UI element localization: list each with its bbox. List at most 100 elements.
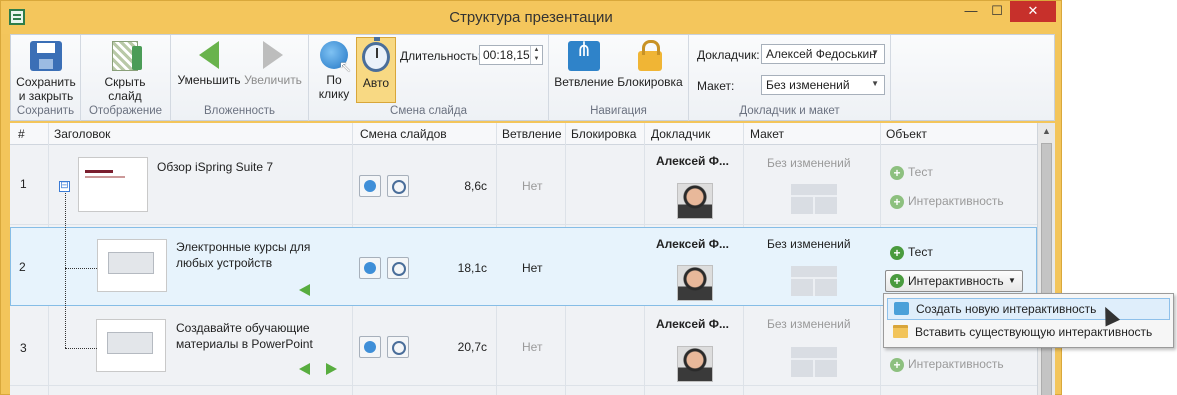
slide-duration: 8,6c [464, 179, 487, 193]
layout-icon [791, 184, 837, 214]
auto-button[interactable]: Авто [356, 37, 396, 103]
add-test-link[interactable]: Тест [908, 165, 933, 179]
arrow-left-icon [199, 41, 219, 69]
interactivity-dropdown-button[interactable]: + Интерактивность ▼ [885, 270, 1023, 292]
slide-title[interactable]: Электронные курсы для любых устройств [176, 239, 336, 271]
window-title: Структура презентации [449, 9, 613, 26]
mouse-click-icon [320, 41, 352, 75]
layout-icon [791, 347, 837, 377]
col-header-title[interactable]: Заголовок [54, 127, 110, 141]
col-header-number[interactable]: # [18, 127, 25, 141]
branching-button[interactable]: Ветвление [553, 37, 615, 89]
table-row[interactable]: 1 ⊟ Обзор iSpring Suite 7 8,6c Нет Алекс… [10, 146, 1037, 225]
presenter-select[interactable]: Алексей Федоськин ▼ [761, 44, 885, 64]
tree-line [65, 193, 66, 348]
thumbnail-subtitle-bar [85, 176, 125, 178]
collapse-icon[interactable]: ⊟ [59, 181, 70, 192]
presenter-name[interactable]: Алексей Ф... [656, 317, 729, 331]
menu-item-insert-interactivity[interactable]: Вставить существующую интерактивность [887, 322, 1170, 344]
scroll-up-icon[interactable]: ▲ [1038, 126, 1055, 136]
duration-spinbox[interactable]: 00:18,15 ▲ ▼ [479, 45, 543, 65]
branching-label: Ветвление [554, 75, 614, 89]
layout-value[interactable]: Без изменений [767, 237, 851, 251]
increase-nesting-label: Увеличить [244, 73, 302, 87]
slide-thumbnail [96, 319, 166, 372]
plus-icon: + [890, 246, 904, 260]
layout-icon [791, 266, 837, 296]
thumbnail-title-bar [85, 170, 113, 173]
layout-select[interactable]: Без изменений ▼ [761, 75, 885, 95]
thumbnail-devices [108, 252, 154, 274]
auto-label: Авто [362, 76, 390, 90]
branching-value[interactable]: Нет [522, 179, 542, 193]
layout-value: Без изменений [766, 78, 850, 92]
branching-value[interactable]: Нет [522, 340, 542, 354]
title-bar: Структура презентации — ☐ ✕ [1, 1, 1061, 34]
slide-duration: 20,7c [457, 340, 487, 354]
lock-icon [638, 40, 662, 71]
slide-duration: 18,1c [457, 261, 487, 275]
interactivity-menu: Создать новую интерактивность Вставить с… [883, 293, 1174, 348]
thumbnail-devices [107, 332, 153, 354]
col-header-object[interactable]: Объект [886, 127, 927, 141]
menu-item-create-interactivity[interactable]: Создать новую интерактивность [887, 298, 1170, 320]
col-header-layout[interactable]: Макет [750, 127, 784, 141]
add-interactivity-link[interactable]: Интерактивность [908, 357, 1004, 371]
increase-nesting-button[interactable]: Увеличить [241, 37, 305, 87]
slide-title[interactable]: Создавайте обучающие материалы в PowerPo… [176, 320, 336, 352]
hide-slide-button[interactable]: Скрыть слайд [99, 37, 151, 103]
close-button[interactable]: ✕ [1010, 1, 1056, 22]
duration-label: Длительность: [400, 49, 482, 63]
slides-table: # Заголовок Смена слайдов Ветвление Блок… [10, 123, 1055, 395]
group-caption-presenter-layout: Докладчик и макет [739, 105, 840, 117]
group-caption-nesting: Вложенность [204, 105, 275, 117]
tree-line [65, 348, 97, 349]
presenter-photo [677, 346, 713, 382]
plus-icon: + [890, 274, 904, 288]
group-navigation: Ветвление Блокировка Навигация [549, 35, 689, 121]
increase-nesting-icon[interactable] [326, 363, 337, 375]
tree-line [65, 268, 97, 269]
slide-thumbnail [78, 157, 148, 212]
col-header-lock[interactable]: Блокировка [571, 127, 636, 141]
vertical-scrollbar[interactable]: ▲ [1037, 123, 1055, 395]
layout-value[interactable]: Без изменений [767, 317, 851, 331]
spin-arrows[interactable]: ▲ ▼ [530, 46, 542, 64]
on-click-button[interactable]: По клику [313, 37, 355, 101]
col-header-slide-change[interactable]: Смена слайдов [360, 127, 447, 141]
ribbon: Сохранить и закрыть Сохранить Скрыть сла… [10, 34, 1055, 121]
lock-button[interactable]: Блокировка [617, 37, 683, 89]
auto-toggle[interactable] [387, 175, 409, 197]
minimize-button[interactable]: — [958, 1, 984, 22]
scroll-thumb[interactable] [1041, 143, 1052, 395]
on-click-toggle[interactable] [359, 257, 381, 279]
auto-toggle[interactable] [387, 257, 409, 279]
add-test-link[interactable]: Тест [908, 245, 933, 259]
maximize-button[interactable]: ☐ [984, 1, 1010, 22]
group-caption-display: Отображение [88, 105, 163, 117]
auto-toggle[interactable] [387, 336, 409, 358]
group-save: Сохранить и закрыть Сохранить [11, 35, 81, 121]
decrease-nesting-icon[interactable] [299, 363, 310, 375]
decrease-nesting-icon[interactable] [299, 284, 310, 296]
col-header-branching[interactable]: Ветвление [502, 127, 562, 141]
chevron-down-icon: ▼ [871, 48, 879, 57]
plus-icon: + [890, 166, 904, 180]
layout-value[interactable]: Без изменений [767, 156, 851, 170]
slide-title[interactable]: Обзор iSpring Suite 7 [157, 159, 317, 175]
menu-item-label: Вставить существующую интерактивность [915, 325, 1153, 339]
col-header-presenter[interactable]: Докладчик [651, 127, 710, 141]
save-and-close-button[interactable]: Сохранить и закрыть [15, 37, 77, 103]
presenter-name[interactable]: Алексей Ф... [656, 154, 729, 168]
add-interactivity-link[interactable]: Интерактивность [908, 194, 1004, 208]
branching-value[interactable]: Нет [522, 261, 542, 275]
row-number: 3 [20, 341, 27, 355]
on-click-toggle[interactable] [359, 336, 381, 358]
row-number: 1 [20, 177, 27, 191]
decrease-nesting-button[interactable]: Уменьшить [177, 37, 241, 87]
save-and-close-label: Сохранить и закрыть [16, 75, 76, 103]
lock-label: Блокировка [617, 75, 683, 89]
decrease-nesting-label: Уменьшить [177, 73, 241, 87]
on-click-toggle[interactable] [359, 175, 381, 197]
presenter-name[interactable]: Алексей Ф... [656, 237, 729, 251]
